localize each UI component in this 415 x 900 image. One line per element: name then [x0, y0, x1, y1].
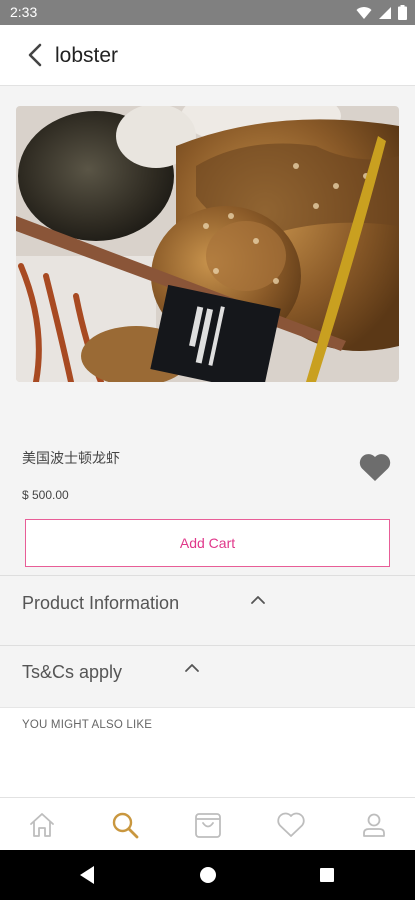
also-like-area: YOU MIGHT ALSO LIKE [0, 707, 415, 797]
status-bar: 2:33 [0, 0, 415, 25]
product-name: 美国波士顿龙虾 [22, 451, 120, 467]
profile-icon[interactable] [359, 810, 389, 840]
recents-square-icon[interactable] [318, 865, 336, 885]
chevron-up-icon[interactable] [184, 663, 200, 673]
product-information-section[interactable]: Product Information [0, 575, 415, 645]
back-arrow-icon[interactable] [22, 41, 50, 69]
app-bar: lobster [0, 25, 415, 86]
status-icons [356, 5, 407, 20]
also-like-heading: YOU MIGHT ALSO LIKE [22, 719, 153, 731]
cart-icon[interactable] [193, 810, 223, 840]
signal-icon [379, 6, 391, 19]
add-cart-button[interactable]: Add Cart [25, 519, 390, 567]
heart-icon[interactable] [276, 810, 306, 840]
chevron-up-icon[interactable] [250, 595, 266, 605]
status-time: 2:33 [10, 4, 38, 20]
product-image [16, 106, 399, 382]
product-price: $ 500.00 [22, 488, 69, 502]
favorite-heart-icon[interactable] [358, 451, 392, 483]
page-title: lobster [55, 44, 119, 67]
back-triangle-icon[interactable] [78, 865, 96, 885]
product-information-label: Product Information [22, 593, 180, 613]
terms-label: Ts&Cs apply [22, 662, 123, 682]
add-cart-label: Add Cart [179, 535, 236, 551]
search-icon[interactable] [110, 810, 140, 840]
wifi-icon [356, 6, 372, 19]
bottom-nav [0, 797, 415, 850]
home-circle-icon[interactable] [198, 865, 218, 885]
home-icon[interactable] [27, 810, 57, 840]
system-nav-bar [0, 850, 415, 900]
terms-section[interactable]: Ts&Cs apply [0, 645, 415, 707]
battery-icon [398, 5, 407, 20]
